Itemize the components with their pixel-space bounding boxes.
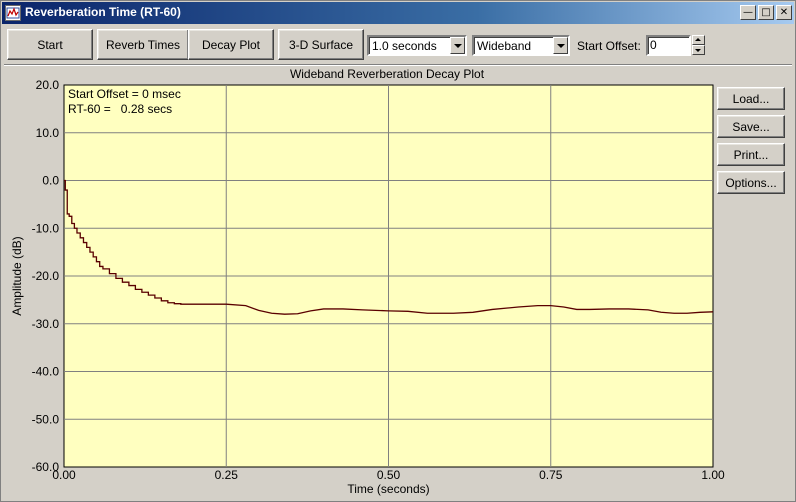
y-tick-label: 10.0 [36, 126, 60, 140]
y-tick-label: -50.0 [32, 412, 60, 426]
y-axis-label: Amplitude (dB) [10, 236, 24, 315]
y-tick-label: -10.0 [32, 221, 60, 235]
print-button[interactable]: Print... [717, 143, 785, 166]
y-tick-label: 0.0 [42, 174, 59, 188]
load-button[interactable]: Load... [717, 87, 785, 110]
y-tick-label: -20.0 [32, 269, 60, 283]
save-button[interactable]: Save... [717, 115, 785, 138]
app-window: Reverberation Time (RT-60) — □ ✕ Start R… [0, 0, 796, 502]
options-button[interactable]: Options... [717, 171, 785, 194]
start-offset-annotation: Start Offset = 0 msec [68, 87, 181, 101]
x-tick-label: 1.00 [701, 468, 725, 482]
x-tick-label: 0.00 [52, 468, 76, 482]
rt60-annotation: RT-60 = 0.28 secs [68, 102, 172, 116]
x-tick-label: 0.75 [539, 468, 563, 482]
y-tick-label: -30.0 [32, 317, 60, 331]
y-tick-label: -40.0 [32, 365, 60, 379]
x-axis-label: Time (seconds) [347, 482, 429, 496]
x-tick-label: 0.50 [377, 468, 401, 482]
chart-grid [63, 84, 714, 468]
x-tick-label: 0.25 [215, 468, 239, 482]
decay-chart: 20.010.00.0-10.0-20.0-30.0-40.0-50.0-60.… [10, 78, 725, 496]
y-tick-label: 20.0 [36, 78, 60, 92]
